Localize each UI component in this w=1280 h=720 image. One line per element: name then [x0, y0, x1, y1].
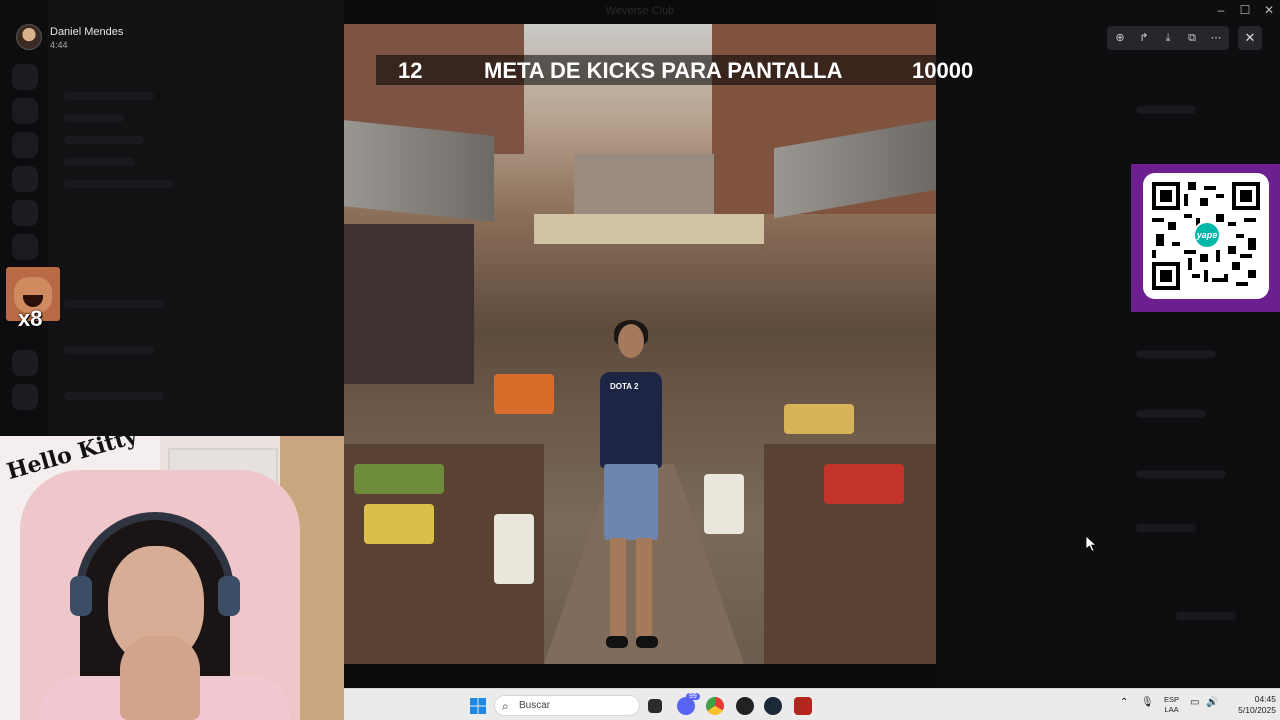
- goal-label: META DE KICKS PARA PANTALLA: [484, 58, 843, 83]
- channel-placeholder: [64, 300, 164, 308]
- goal-current-count: 12: [398, 58, 423, 83]
- clothes-stall: [344, 224, 474, 384]
- shoe: [636, 636, 658, 648]
- webcam-feed: Hello Kitty 🎀: [0, 436, 344, 720]
- member-placeholder: [1136, 470, 1226, 478]
- more-icon[interactable]: ⋯: [1208, 30, 1224, 46]
- taskbar-search[interactable]: ⌕ Buscar: [494, 695, 640, 716]
- leg: [636, 538, 652, 638]
- canopy: [534, 214, 764, 244]
- headset-earcup: [218, 576, 240, 616]
- woman-walking: DOTA 2: [594, 320, 666, 654]
- tomatoes: [824, 464, 904, 504]
- channel-placeholder: [64, 158, 134, 166]
- fruit: [784, 404, 854, 434]
- chevron-up-icon[interactable]: ⌃: [1120, 697, 1128, 708]
- market-photo[interactable]: DOTA 2: [344, 24, 936, 664]
- avatar[interactable]: [16, 24, 42, 50]
- time: 04:45: [1254, 694, 1276, 704]
- windows-start-icon[interactable]: [470, 698, 486, 714]
- title-bar: Weverse Club – ☐ ✕: [0, 0, 1280, 24]
- discord-badge: 99: [686, 693, 700, 700]
- shorts: [604, 464, 658, 540]
- clock[interactable]: 04:45 5/10/2025: [1222, 694, 1276, 716]
- member-placeholder: [1136, 350, 1216, 358]
- dota2-icon[interactable]: [794, 697, 812, 715]
- download-icon[interactable]: ⤓: [1160, 30, 1176, 46]
- head: [618, 324, 644, 358]
- server-icon: [12, 384, 38, 410]
- server-icon: [12, 350, 38, 376]
- task-view-icon[interactable]: [648, 699, 662, 713]
- server-rail: [0, 0, 48, 436]
- window-title: Weverse Club: [605, 5, 675, 17]
- server-icon: [12, 234, 38, 260]
- channel-placeholder: [64, 346, 154, 354]
- member-placeholder: [1176, 612, 1236, 620]
- server-icon: [12, 132, 38, 158]
- background-channel-list: [0, 0, 344, 436]
- yape-logo: yape: [1193, 221, 1221, 249]
- search-icon: ⌕: [502, 699, 509, 713]
- channel-placeholder: [64, 114, 124, 122]
- channel-placeholder: [64, 180, 174, 188]
- headset-earcup: [70, 576, 92, 616]
- server-icon: [12, 98, 38, 124]
- channel-placeholder: [64, 92, 154, 100]
- emote-multiplier: x8: [18, 306, 43, 331]
- goal-target-count: 10000: [912, 58, 974, 83]
- server-icon: [12, 166, 38, 192]
- channel-placeholder: [64, 136, 144, 144]
- server-icon: [12, 200, 38, 226]
- channel-placeholder: [64, 392, 164, 400]
- forward-icon[interactable]: ↱: [1136, 30, 1152, 46]
- leg: [610, 538, 626, 638]
- screen: Weverse Club – ☐ ✕ Daniel Mendes 4:44 ⊕ …: [0, 0, 1280, 720]
- sack: [494, 514, 534, 584]
- date: 5/10/2025: [1238, 705, 1276, 715]
- member-placeholder: [1136, 106, 1196, 114]
- tin-roof: [344, 120, 494, 222]
- sack: [704, 474, 744, 534]
- qr-panel: yape: [1131, 164, 1280, 312]
- shoe: [606, 636, 628, 648]
- close-icon[interactable]: ✕: [1238, 26, 1262, 50]
- hand: [120, 636, 200, 720]
- language-indicator[interactable]: ESP LAA: [1164, 695, 1179, 715]
- taskbar: ⌕ Buscar 99 ⌃ 🎙 ESP LAA ▭ 🔊 04:45 5/10/2…: [344, 688, 1280, 720]
- network-icon[interactable]: ▭: [1190, 697, 1199, 708]
- window-close-icon[interactable]: ✕: [1260, 3, 1278, 19]
- chrome-icon[interactable]: [706, 697, 724, 715]
- server-icon: [12, 64, 38, 90]
- minimize-icon[interactable]: –: [1212, 3, 1230, 19]
- uploader-name: Daniel Mendes: [50, 26, 124, 38]
- steam-icon[interactable]: [764, 697, 782, 715]
- member-placeholder: [1136, 410, 1206, 418]
- qr-code: yape: [1143, 173, 1269, 299]
- corn: [364, 504, 434, 544]
- maximize-icon[interactable]: ☐: [1236, 3, 1254, 19]
- volume-icon[interactable]: 🔊: [1206, 697, 1218, 708]
- search-placeholder: Buscar: [519, 700, 551, 711]
- fruit: [494, 374, 554, 414]
- obs-icon[interactable]: [736, 697, 754, 715]
- layout-code: LAA: [1164, 705, 1179, 714]
- open-external-icon[interactable]: ⧉: [1184, 30, 1200, 46]
- member-placeholder: [1136, 524, 1196, 532]
- microphone-icon[interactable]: 🎙: [1141, 697, 1154, 708]
- mouse-cursor-icon: [1086, 536, 1098, 552]
- image-viewer-toolbar: ⊕ ↱ ⤓ ⧉ ⋯: [1107, 26, 1229, 50]
- language-code: ESP: [1164, 695, 1180, 704]
- upload-time: 4:44: [50, 40, 68, 50]
- zoom-in-icon[interactable]: ⊕: [1112, 30, 1128, 46]
- background-member-list: [936, 0, 1280, 688]
- shirt-logo: DOTA 2: [610, 382, 639, 391]
- vegetables: [354, 464, 444, 494]
